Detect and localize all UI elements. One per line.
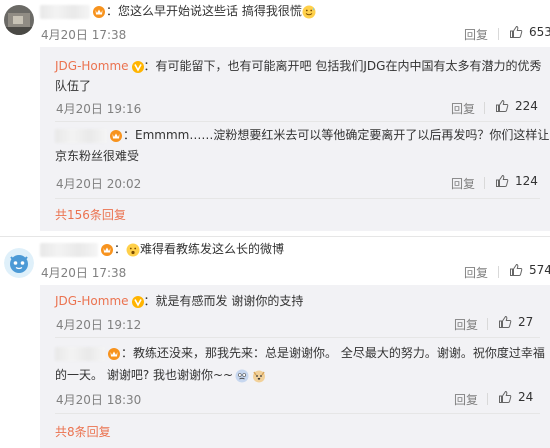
avatar[interactable] <box>4 5 34 35</box>
divider <box>0 236 550 237</box>
username-redacted[interactable] <box>55 346 105 361</box>
like-count: 24 <box>518 390 534 404</box>
view-more-replies-link[interactable]: 共156条回复 <box>55 206 126 223</box>
reply-username[interactable]: JDG-Homme <box>55 59 129 73</box>
reply-username[interactable]: JDG-Homme <box>55 294 129 308</box>
divider <box>55 198 540 199</box>
like-button[interactable]: 224 <box>495 99 538 113</box>
divider <box>498 28 499 40</box>
vip-crown-icon <box>101 243 113 256</box>
thumbs-up-icon <box>510 263 523 276</box>
vip-crown-icon <box>108 347 120 360</box>
like-button[interactable]: 24 <box>498 390 533 404</box>
divider <box>484 102 485 114</box>
divider <box>487 318 488 330</box>
reply-time: 4月20日 19:16 <box>56 102 142 116</box>
verified-v-icon <box>131 295 144 308</box>
divider <box>484 177 485 189</box>
doge-emoji-icon <box>253 370 266 382</box>
like-count: 574 <box>529 263 550 277</box>
reply-text: ：Emmmm……淀粉想要红米去可以等他确定要离开了以后再发吗？你们这样让 <box>55 124 549 146</box>
like-button[interactable]: 574 <box>509 263 550 277</box>
vip-crown-icon <box>110 129 122 142</box>
like-button[interactable]: 653 <box>509 25 550 39</box>
reply-text-line2: 京东粉丝很难受 <box>55 149 140 163</box>
thumbs-up-icon <box>499 390 512 403</box>
reply-button[interactable]: 回复 <box>454 391 478 408</box>
divider <box>55 413 540 414</box>
username-redacted[interactable] <box>55 128 107 143</box>
reply-button[interactable]: 回复 <box>454 316 478 333</box>
surprised-emoji-icon <box>126 243 140 256</box>
comment-time: 4月20日 17:38 <box>41 266 127 280</box>
vip-crown-icon <box>93 5 105 18</box>
comment-text: ：难得看教练发这么长的微博 <box>40 238 284 260</box>
thumbs-up-icon <box>510 25 523 38</box>
reply-text: JDG-Homme ：有可能留下，也有可能离开吧 包括我们JDG在内中国有太多有潜… <box>55 59 542 73</box>
divider <box>55 337 540 338</box>
reply-text-line2: 的一天。 谢谢吧? 我也谢谢你~~ <box>55 364 266 386</box>
reply-time: 4月20日 18:30 <box>56 393 142 407</box>
comment-text: ：您这么早开始说这些话 搞得我很慌 <box>40 0 316 22</box>
view-more-replies-link[interactable]: 共8条回复 <box>55 423 111 440</box>
like-button[interactable]: 124 <box>495 174 538 188</box>
divider <box>487 393 488 405</box>
divider <box>498 266 499 278</box>
username-redacted[interactable] <box>40 4 90 19</box>
like-count: 27 <box>518 315 534 329</box>
avatar[interactable] <box>4 248 34 278</box>
like-button[interactable]: 27 <box>498 315 533 329</box>
reply-button[interactable]: 回复 <box>464 26 488 43</box>
like-count: 224 <box>515 99 538 113</box>
reply-button[interactable]: 回复 <box>451 175 475 192</box>
reply-text-line2: 队伍了 <box>55 79 92 93</box>
sweat-smile-emoji-icon <box>302 5 316 18</box>
thumbs-up-icon <box>496 174 509 187</box>
thumbs-up-icon <box>496 99 509 112</box>
like-count: 124 <box>515 174 538 188</box>
reply-time: 4月20日 19:12 <box>56 318 142 332</box>
comment-time: 4月20日 17:38 <box>41 28 127 42</box>
reply-text: ：教练还没来，那我先来：总是谢谢你。 全尽最大的努力。谢谢。祝你度过幸福 <box>55 342 545 364</box>
crying-emoji-icon <box>235 369 249 382</box>
divider <box>55 121 540 122</box>
thumbs-up-icon <box>499 315 512 328</box>
username-redacted[interactable] <box>40 242 98 257</box>
reply-button[interactable]: 回复 <box>464 264 488 281</box>
reply-button[interactable]: 回复 <box>451 100 475 117</box>
reply-text: JDG-Homme ：就是有感而发 谢谢你的支持 <box>55 294 304 308</box>
like-count: 653 <box>529 25 550 39</box>
reply-time: 4月20日 20:02 <box>56 177 142 191</box>
verified-v-icon <box>131 60 144 73</box>
